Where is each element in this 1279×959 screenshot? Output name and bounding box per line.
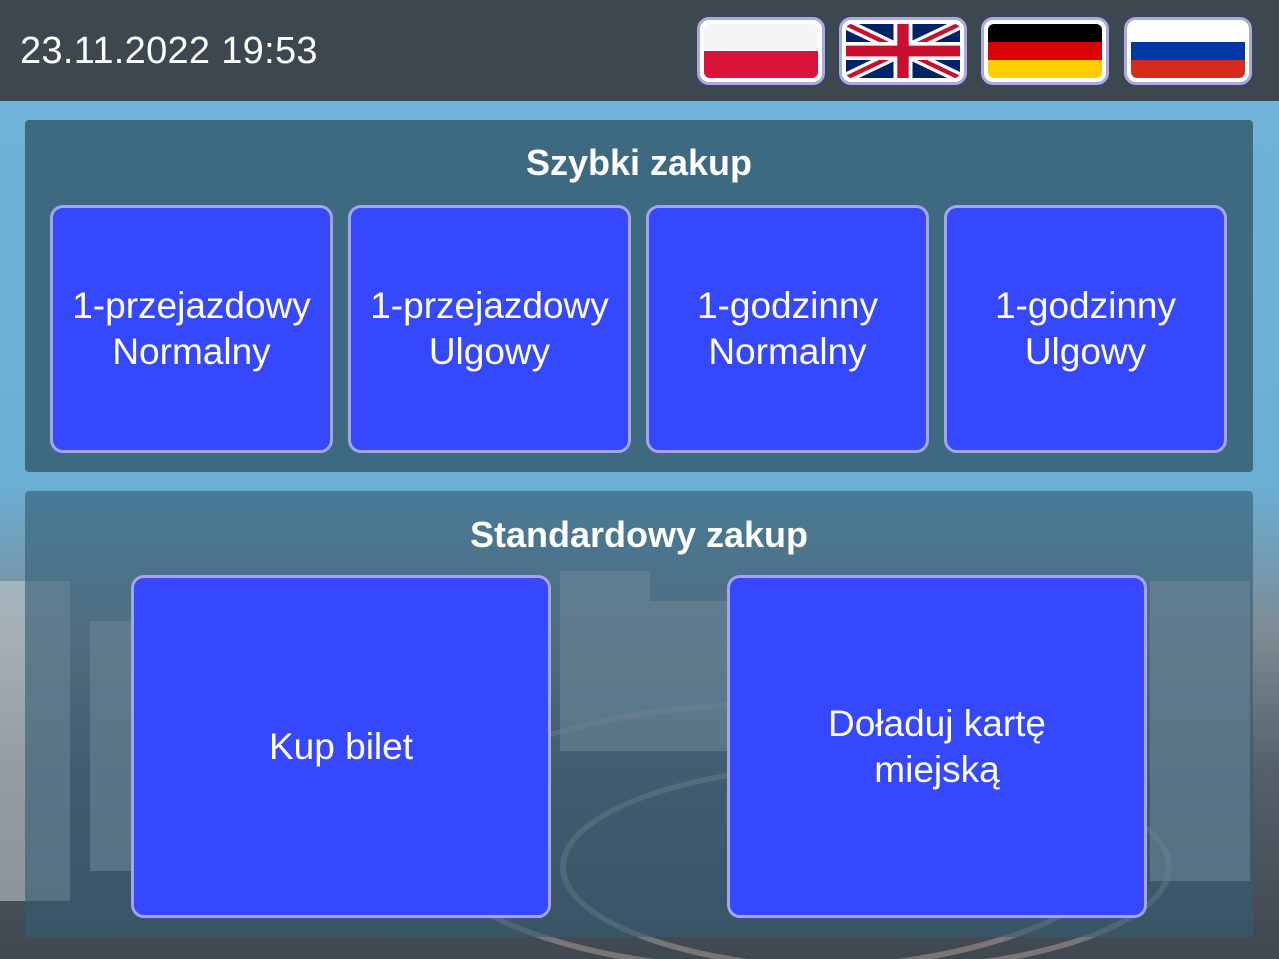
uk-flag-icon <box>846 24 960 78</box>
button-label-line: Ulgowy <box>1024 331 1147 372</box>
datetime-display: 23.11.2022 19:53 <box>20 30 318 72</box>
standard-purchase-title: Standardowy zakup <box>469 514 809 555</box>
quick-purchase-title: Szybki zakup <box>525 142 753 183</box>
buy-ticket-button[interactable]: Kup bilet <box>131 575 551 918</box>
single-ride-reduced-button[interactable]: 1-przejazdowy Ulgowy <box>348 205 631 453</box>
top-bar: 23.11.2022 19:53 <box>0 0 1279 101</box>
language-russian-button[interactable] <box>1124 17 1252 85</box>
standard-purchase-panel: Standardowy zakup Kup bilet Doładuj kart… <box>25 491 1253 937</box>
one-hour-normal-button[interactable]: 1-godzinny Normalny <box>646 205 929 453</box>
quick-purchase-panel: Szybki zakup 1-przejazdowy Normalny 1-pr… <box>25 120 1253 472</box>
button-label-line: Normalny <box>112 331 271 372</box>
button-label-line: 1-godzinny <box>994 285 1176 326</box>
button-label-line: 1-godzinny <box>696 285 878 326</box>
button-label-line: 1-przejazdowy <box>72 285 311 326</box>
language-polish-button[interactable] <box>697 17 825 85</box>
language-german-button[interactable] <box>981 17 1109 85</box>
button-label-line: Kup bilet <box>269 725 413 767</box>
button-label-line: miejską <box>874 748 1000 790</box>
language-english-button[interactable] <box>839 17 967 85</box>
button-label-line: 1-przejazdowy <box>370 285 609 326</box>
button-label-line: Doładuj kartę <box>827 702 1046 744</box>
poland-flag-icon <box>704 24 818 78</box>
one-hour-reduced-button[interactable]: 1-godzinny Ulgowy <box>944 205 1227 453</box>
single-ride-normal-button[interactable]: 1-przejazdowy Normalny <box>50 205 333 453</box>
top-up-city-card-button[interactable]: Doładuj kartę miejską <box>727 575 1147 918</box>
germany-flag-icon <box>988 24 1102 78</box>
russia-flag-icon <box>1131 24 1245 78</box>
button-label-line: Normalny <box>708 331 867 372</box>
button-label-line: Ulgowy <box>428 331 551 372</box>
